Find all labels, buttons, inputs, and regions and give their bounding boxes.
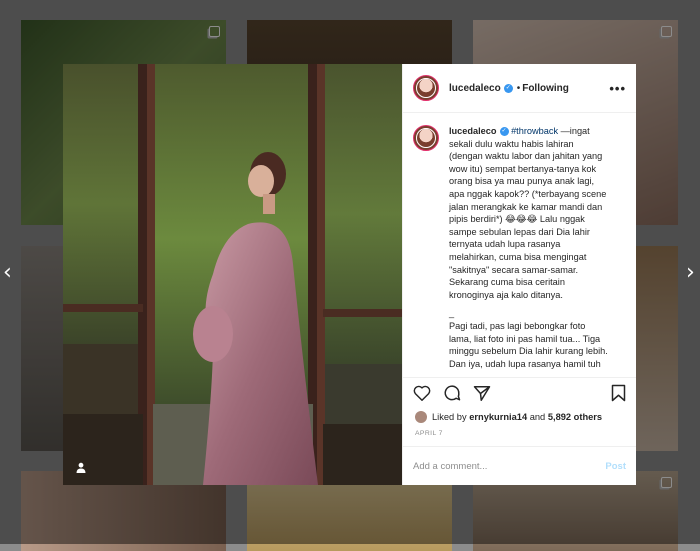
caption-line: wow itu) sempat bertanya-tanya kok [449,163,597,174]
post-side-panel: lucedaleco ✓ • Following ••• lucedaleco ✓… [402,64,636,485]
caption-line: Dan iya, udah lupa rasanya hamil tuh [449,358,601,369]
caption-line: Sekarang cuma bisa ceritain [449,277,565,288]
username-link[interactable]: lucedaleco [449,83,501,94]
save-bookmark-icon[interactable] [611,384,626,402]
post-actions [403,377,636,408]
previous-post-arrow-icon[interactable]: ‹ [3,262,12,284]
next-post-arrow-icon[interactable]: › [686,262,695,284]
comment-icon[interactable] [443,384,461,402]
caption-line: orang bisa ya mau punya anak lagi, [449,176,595,187]
caption-line: sampe sebulan lepas dari Dia lahir [449,226,590,237]
post-photo[interactable] [63,64,402,485]
caption-line: Pagi tadi, pas lagi bebongkar foto [449,320,586,331]
liked-and: and [529,412,546,422]
liked-by-prefix: Liked by [432,412,467,422]
caption-line: ternyata udah lupa rasanya [449,239,561,250]
liked-by-user-link[interactable]: ernykurnia14 [469,412,527,422]
caption-line: pipis berdiri*) 😂😂😂 Lalu nggak [449,214,585,225]
caption-username[interactable]: lucedaleco [449,126,497,136]
liker-avatar[interactable] [415,411,427,423]
caption-body: sekali dulu waktu habis lahiran (dengan w… [449,138,608,371]
avatar[interactable] [413,125,439,151]
caption-line: (dengan waktu labor dan jahitan yang [449,151,603,162]
caption-line: jalan merangkak ke kamar mandi dan [449,201,603,212]
caption-line: sekali dulu waktu habis lahiran [449,138,574,149]
caption-text: lucedaleco ✓ #throwback —ingat sekali dul… [449,125,608,377]
caption-line: melahirkan, cuma bisa mengingat [449,251,587,262]
more-options-icon[interactable]: ••• [609,81,626,96]
verified-badge-icon: ✓ [499,127,509,137]
following-button[interactable]: Following [522,83,569,94]
like-heart-icon[interactable] [413,385,431,401]
post-comment-button[interactable]: Post [605,461,626,472]
post-header: lucedaleco ✓ • Following ••• [403,64,636,113]
likes-row: Liked by ernykurnia14 and 5,892 others [403,408,636,426]
post-date[interactable]: APRIL 7 [403,426,636,446]
post-photo-image [63,64,402,485]
separator-dot: • [516,82,521,94]
comment-box: Add a comment... Post [403,446,636,485]
caption-line: lama, liat foto ini pas hamil tua... Tig… [449,333,601,344]
verified-badge-icon: ✓ [503,83,513,93]
post-modal: lucedaleco ✓ • Following ••• lucedaleco ✓… [63,64,636,485]
share-icon[interactable] [473,385,491,402]
likes-count-link[interactable]: 5,892 others [548,412,602,422]
caption-line: minggu sebelum Dia lahir kurang lebih. [449,346,608,357]
hashtag-link[interactable]: #throwback [511,126,558,136]
caption-line: kronoginya aja kalo ditanya. [449,289,563,300]
caption-line: apa nggak kapok?? (*terbayang scene [449,188,607,199]
avatar[interactable] [413,75,439,101]
comment-input[interactable]: Add a comment... [413,461,487,472]
caption-line: _ [449,308,455,319]
caption-area[interactable]: lucedaleco ✓ #throwback —ingat sekali dul… [403,113,636,377]
tagged-user-icon[interactable] [76,462,86,473]
caption-first-rest: —ingat [558,126,590,136]
caption-line: "sakitnya" secara samar-samar. [449,264,579,275]
